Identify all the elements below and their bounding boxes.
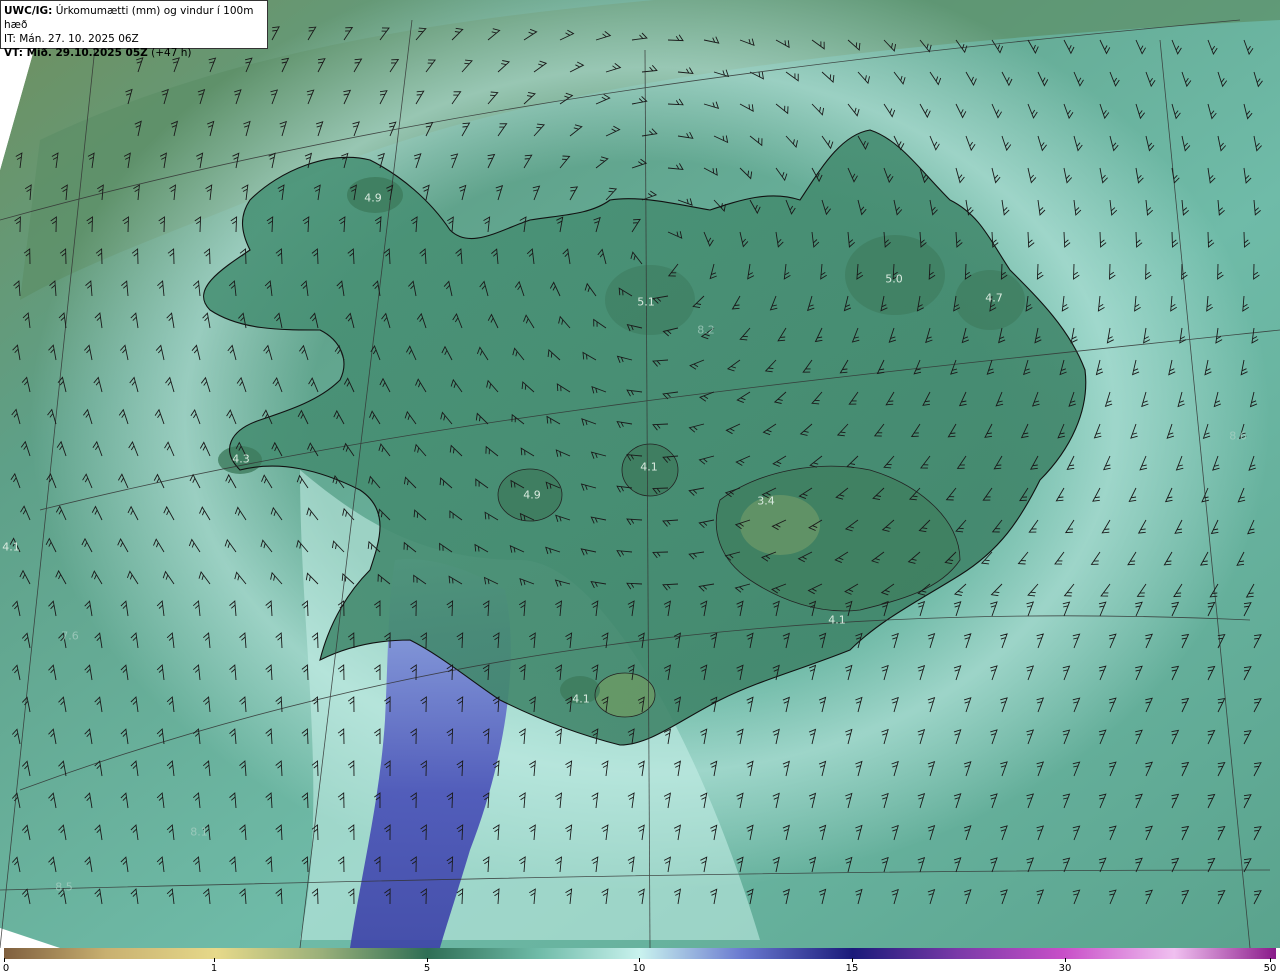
title-line: UWC/IG: Úrkomumætti (mm) og vindur í 100… [4,4,263,32]
colorbar [4,948,1276,959]
valid-time-line: VT: Mið. 29.10.2025 05Z (+47 h) [4,46,263,60]
colorbar-tick-mark [1270,958,1271,962]
colorbar-tick-label: 15 [845,963,859,974]
colorbar-tick-mark [4,958,5,962]
peak-value-label: 8.6 [1229,429,1247,443]
glacier-highlight [740,495,820,555]
colorbar-tick-label: 5 [423,963,431,974]
peak-value-label: 4.1 [640,460,658,474]
peak-value-label: 4.1 [828,613,846,627]
colorbar-tick-mark [214,958,215,962]
model-prefix: UWC/IG: [4,5,53,17]
colorbar-tick-label: 0 [2,963,10,974]
peak-value-label: 3.4 [757,494,775,508]
peak-value-label: 4.9 [364,191,382,205]
colorbar-tick-mark [639,958,640,962]
peak-value-label: 4.3 [232,452,250,466]
colorbar-tick-label: 1 [210,963,218,974]
colorbar-tick-mark [427,958,428,962]
colorbar-tick-label: 50 [1263,963,1277,974]
peak-value-label: 5.0 [885,272,903,286]
peak-value-label: 8.1 [190,825,208,839]
peak-value-label: 7.6 [61,629,79,643]
init-time: IT: Mán. 27. 10. 2025 06Z [4,33,139,45]
peak-value-label: 8.2 [697,323,715,337]
colorbar-tick-mark [1065,958,1066,962]
map-title-box: UWC/IG: Úrkomumætti (mm) og vindur í 100… [0,0,268,59]
forecast-hour: (+47 h) [147,47,192,59]
colorbar-tick-mark [852,958,853,962]
peak-value-label: 8.5 [55,880,73,894]
colorbar-tick-label: 30 [1058,963,1072,974]
peak-value-label: 4.7 [985,291,1003,305]
peak-value-label: 4.1 [572,692,590,706]
colorbar-tick-label: 10 [632,963,646,974]
peak-value-label: 5.1 [637,295,655,309]
weather-map [0,0,1280,948]
valid-time: VT: Mið. 29.10.2025 05Z [4,47,148,59]
peak-value-label: 4.1 [2,540,20,554]
peak-value-label: 4.9 [523,488,541,502]
